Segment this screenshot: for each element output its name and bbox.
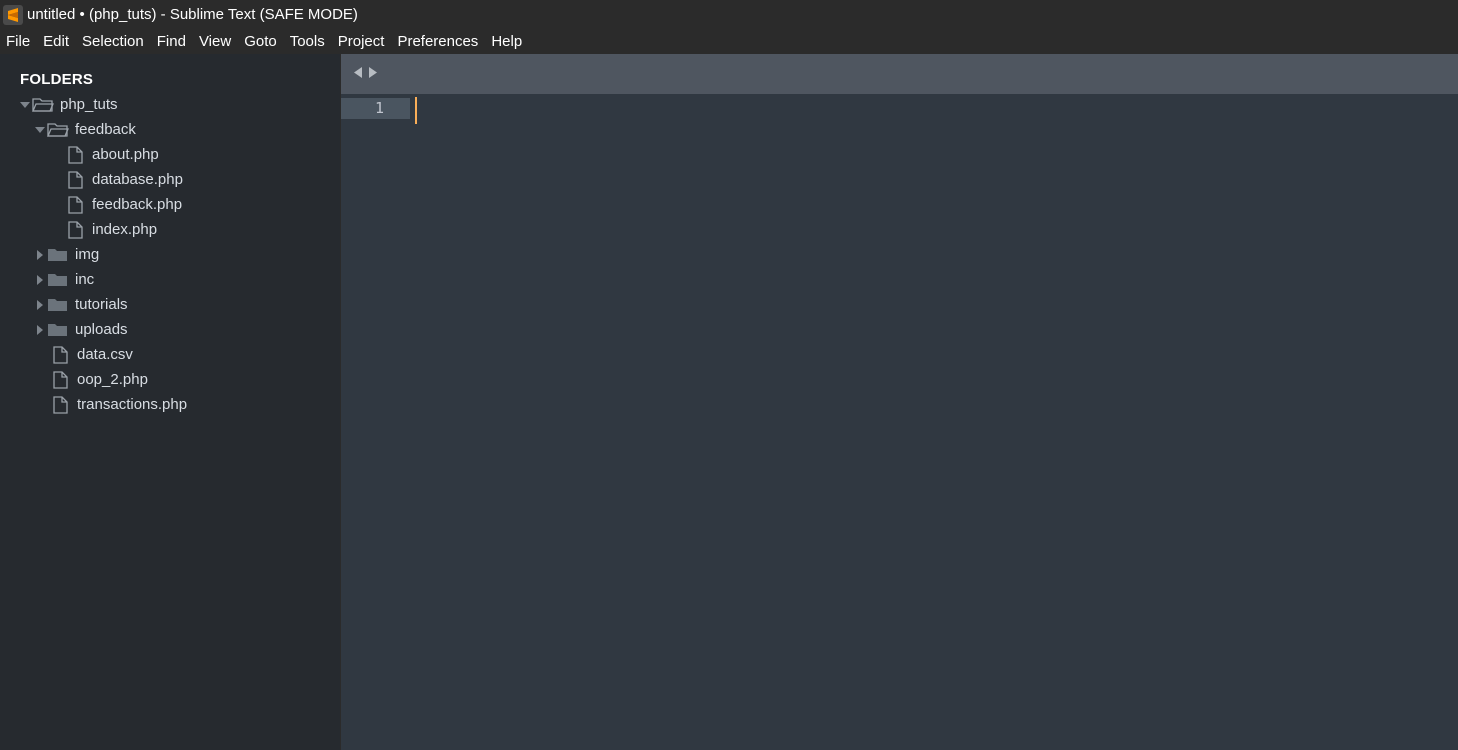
folder-open-icon xyxy=(32,96,54,114)
menu-view[interactable]: View xyxy=(193,29,238,54)
tree-label: data.csv xyxy=(77,346,133,363)
folder-icon xyxy=(47,246,69,264)
tree-label: img xyxy=(75,246,100,263)
menu-file[interactable]: File xyxy=(0,29,37,54)
tree-label: index.php xyxy=(92,221,158,238)
tree-file-feedback-php[interactable]: feedback.php xyxy=(64,192,182,217)
tree-folder-tutorials[interactable]: tutorials xyxy=(33,292,128,317)
tree-folder-php-tuts[interactable]: php_tuts xyxy=(18,92,118,117)
tree-folder-feedback[interactable]: feedback xyxy=(33,117,136,142)
file-icon xyxy=(49,370,71,389)
tree-folder-inc[interactable]: inc xyxy=(33,267,94,292)
menu-tools[interactable]: Tools xyxy=(284,29,332,54)
folder-icon xyxy=(47,296,69,314)
menu-selection[interactable]: Selection xyxy=(76,29,151,54)
tree-label: php_tuts xyxy=(60,96,118,113)
disclosure-collapsed-icon[interactable] xyxy=(33,248,47,262)
tree-folder-img[interactable]: img xyxy=(33,242,99,267)
menu-edit[interactable]: Edit xyxy=(37,29,76,54)
disclosure-collapsed-icon[interactable] xyxy=(33,273,47,287)
tab-bar xyxy=(341,54,1458,94)
folder-open-icon xyxy=(47,121,69,139)
window-title: untitled • (php_tuts) - Sublime Text (SA… xyxy=(27,6,358,23)
tree-label: about.php xyxy=(92,146,159,163)
tree-file-transactions-php[interactable]: transactions.php xyxy=(49,392,187,417)
folder-icon xyxy=(47,321,69,339)
title-bar: untitled • (php_tuts) - Sublime Text (SA… xyxy=(0,0,1458,29)
tree-label: uploads xyxy=(75,321,128,338)
menu-find[interactable]: Find xyxy=(151,29,193,54)
editor-pane[interactable]: 1 xyxy=(341,54,1458,750)
file-icon xyxy=(49,345,71,364)
tab-prev-arrow-icon[interactable] xyxy=(353,66,363,84)
menu-help[interactable]: Help xyxy=(485,29,529,54)
menu-preferences[interactable]: Preferences xyxy=(391,29,485,54)
tree-label: feedback.php xyxy=(92,196,183,213)
tree-label: database.php xyxy=(92,171,183,188)
tree-label: oop_2.php xyxy=(77,371,148,388)
disclosure-collapsed-icon[interactable] xyxy=(33,298,47,312)
tree-label: inc xyxy=(75,271,95,288)
sidebar: FOLDERS php_tuts feedback about.php data… xyxy=(0,54,340,750)
folders-header: FOLDERS xyxy=(20,71,94,88)
line-number: 1 xyxy=(374,99,384,117)
menu-project[interactable]: Project xyxy=(332,29,392,54)
file-icon xyxy=(64,170,86,189)
tree-file-about-php[interactable]: about.php xyxy=(64,142,159,167)
file-icon xyxy=(64,145,86,164)
tree-label: transactions.php xyxy=(77,396,188,413)
file-icon xyxy=(64,195,86,214)
menu-bar: File Edit Selection Find View Goto Tools… xyxy=(0,29,1458,54)
tree-label: feedback xyxy=(75,121,136,138)
tab-nav-arrows xyxy=(353,66,378,84)
file-icon xyxy=(64,220,86,239)
folder-icon xyxy=(47,271,69,289)
tree-file-data-csv[interactable]: data.csv xyxy=(49,342,133,367)
disclosure-collapsed-icon[interactable] xyxy=(33,323,47,337)
tree-file-database-php[interactable]: database.php xyxy=(64,167,183,192)
tree-file-oop-2-php[interactable]: oop_2.php xyxy=(49,367,148,392)
sublime-text-logo-icon xyxy=(3,4,23,25)
disclosure-expanded-icon[interactable] xyxy=(33,123,47,137)
tree-folder-uploads[interactable]: uploads xyxy=(33,317,128,342)
disclosure-expanded-icon[interactable] xyxy=(18,98,32,112)
file-icon xyxy=(49,395,71,414)
text-caret xyxy=(415,97,417,124)
tree-label: tutorials xyxy=(75,296,128,313)
tab-next-arrow-icon[interactable] xyxy=(368,66,378,84)
menu-goto[interactable]: Goto xyxy=(238,29,284,54)
tree-file-index-php[interactable]: index.php xyxy=(64,217,157,242)
